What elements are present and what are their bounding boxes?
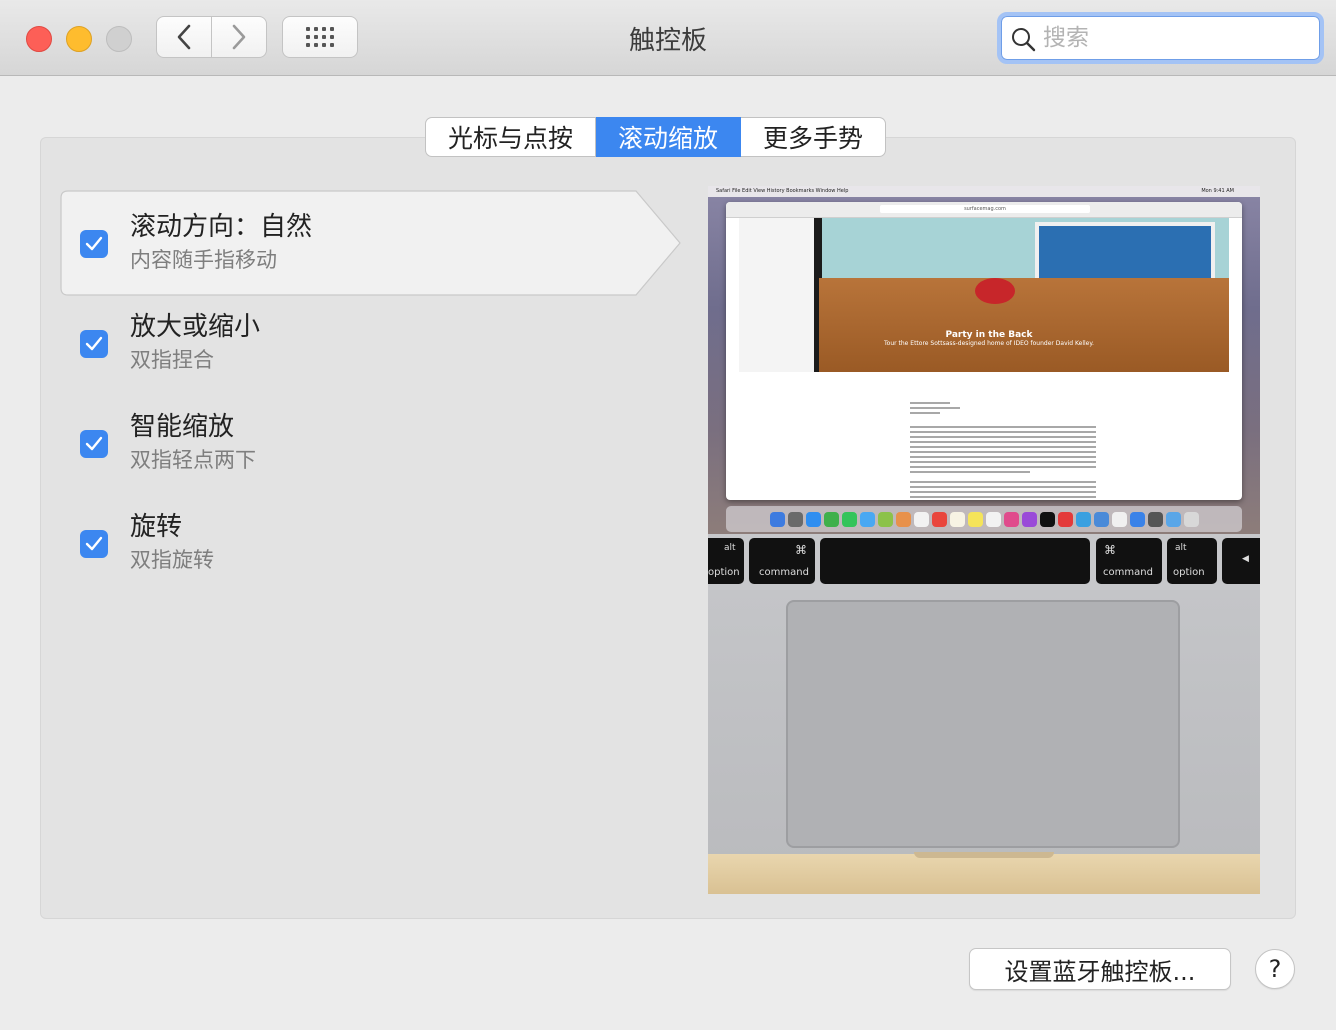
zoom-window-button xyxy=(106,26,132,52)
zoom-in-out-checkbox[interactable] xyxy=(80,330,108,358)
show-all-button[interactable] xyxy=(282,16,358,58)
window-title: 触控板 xyxy=(628,26,707,56)
option-title: 放大或缩小 xyxy=(130,312,261,342)
checkmark-icon xyxy=(85,336,103,351)
checkmark-icon xyxy=(85,236,103,251)
preview-dock xyxy=(726,506,1242,532)
forward-button[interactable] xyxy=(211,16,267,58)
preview-article-text xyxy=(910,402,1096,500)
rotate-checkbox[interactable] xyxy=(80,530,108,558)
option-subtitle: 双指捏合 xyxy=(130,348,214,372)
back-button[interactable] xyxy=(156,16,212,58)
chevron-right-icon xyxy=(232,24,246,50)
checkmark-icon xyxy=(85,436,103,451)
option-subtitle: 双指旋转 xyxy=(130,548,214,572)
tab-point-and-click[interactable]: 光标与点按 xyxy=(425,117,597,157)
preview-menubar: Safari File Edit View History Bookmarks … xyxy=(708,186,1260,197)
chevron-left-icon xyxy=(177,24,191,50)
close-window-button[interactable] xyxy=(26,26,52,52)
grid-icon xyxy=(306,27,334,47)
preview-trackpad xyxy=(786,600,1180,848)
title-bar: 触控板 xyxy=(0,0,1336,76)
preview-url: surfacemag.com xyxy=(880,205,1090,213)
checkmark-icon xyxy=(85,536,103,551)
option-zoom-in-out[interactable]: 放大或缩小 双指捏合 xyxy=(80,292,620,372)
search-field[interactable] xyxy=(997,12,1324,64)
option-smart-zoom[interactable]: 智能缩放 双指轻点两下 xyxy=(80,392,620,472)
gesture-preview-video: Safari File Edit View History Bookmarks … xyxy=(708,186,1260,894)
option-rotate[interactable]: 旋转 双指旋转 xyxy=(80,492,620,572)
option-subtitle: 双指轻点两下 xyxy=(130,448,256,472)
option-title: 滚动方向：自然 xyxy=(130,212,313,242)
tab-scroll-and-zoom[interactable]: 滚动缩放 xyxy=(596,117,742,157)
tab-bar: 光标与点按 滚动缩放 更多手势 xyxy=(425,117,887,157)
preview-desktop: Safari File Edit View History Bookmarks … xyxy=(708,186,1260,534)
help-button[interactable]: ? xyxy=(1255,949,1295,989)
search-input[interactable] xyxy=(1041,22,1315,54)
option-title: 智能缩放 xyxy=(130,412,235,442)
tab-more-gestures[interactable]: 更多手势 xyxy=(741,117,887,157)
preview-keyboard: alt option ⌘ command ⌘ command alt optio… xyxy=(708,534,1260,590)
preview-article-subtitle: Tour the Ettore Sottsass-designed home o… xyxy=(884,340,1094,347)
minimize-window-button[interactable] xyxy=(66,26,92,52)
smart-zoom-checkbox[interactable] xyxy=(80,430,108,458)
scroll-direction-checkbox[interactable] xyxy=(80,230,108,258)
preview-article-title: Party in the Back xyxy=(945,330,1033,340)
search-icon xyxy=(1012,28,1036,52)
preview-article-image: Party in the Back Tour the Ettore Sottsa… xyxy=(739,218,1229,372)
preview-browser-window: surfacemag.com Party in the Back Tour th… xyxy=(726,202,1242,500)
option-scroll-direction[interactable]: 滚动方向：自然 内容随手指移动 xyxy=(80,192,620,272)
set-up-bluetooth-trackpad-button[interactable]: 设置蓝牙触控板... xyxy=(969,948,1231,990)
option-title: 旋转 xyxy=(130,512,183,542)
option-subtitle: 内容随手指移动 xyxy=(130,248,277,272)
preview-laptop-body xyxy=(708,590,1260,894)
